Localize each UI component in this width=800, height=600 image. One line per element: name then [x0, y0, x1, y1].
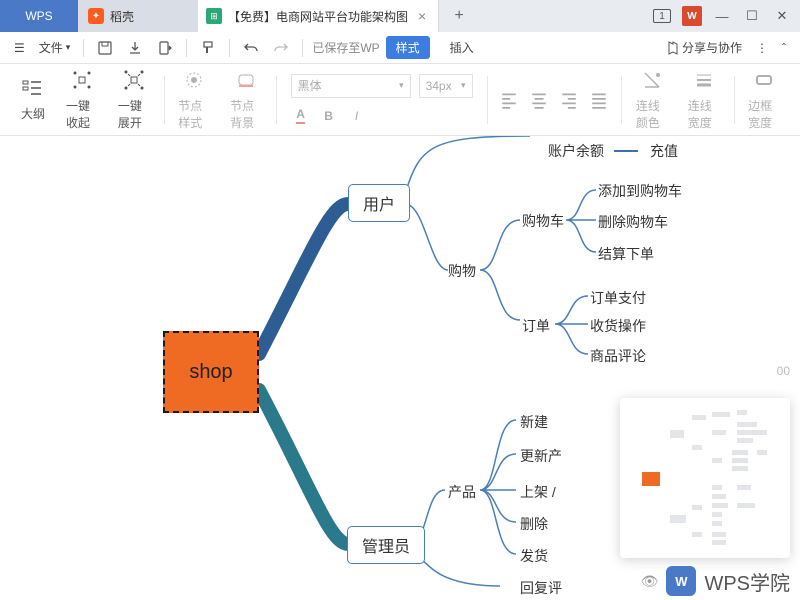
- mindmap-canvas[interactable]: shop 用户 管理员 账户余额 充值 购物 购物车 添加到购物车 删除购物车 …: [0, 136, 800, 600]
- leaf-cart-add[interactable]: 添加到购物车: [598, 181, 682, 201]
- align-center-button[interactable]: [529, 90, 549, 110]
- leaf-delete[interactable]: 删除: [520, 514, 548, 534]
- align-left-button[interactable]: [499, 90, 519, 110]
- node-admin[interactable]: 管理员: [347, 526, 425, 564]
- sub-shopping[interactable]: 购物: [448, 261, 476, 281]
- sub-product[interactable]: 产品: [448, 482, 476, 502]
- sub-cart[interactable]: 购物车: [522, 211, 564, 231]
- leaf-recharge[interactable]: 充值: [650, 141, 678, 161]
- expand-all-button[interactable]: 一键展开: [108, 69, 160, 131]
- leaf-pay[interactable]: 订单支付: [590, 288, 646, 308]
- minimap[interactable]: [620, 398, 790, 558]
- close-tab-icon[interactable]: ×: [414, 6, 430, 26]
- leaf-cart-del[interactable]: 删除购物车: [598, 212, 668, 232]
- close-window-button[interactable]: ✕: [768, 2, 796, 30]
- maximize-button[interactable]: ☐: [738, 2, 766, 30]
- menu-bar: ☰ 文件▾ 已保存至WP 样式 插入 分享与协作 ⋮ ˆ: [0, 32, 800, 64]
- leaf-ship[interactable]: 发货: [520, 546, 548, 566]
- italic-button[interactable]: I: [347, 106, 367, 126]
- node-bg-button[interactable]: 节点背景: [220, 69, 272, 131]
- tab-wps[interactable]: WPS: [0, 0, 78, 32]
- align-group: [491, 90, 617, 110]
- border-width-button[interactable]: 边框宽度: [738, 69, 790, 131]
- wps-logo-icon[interactable]: W: [678, 2, 706, 30]
- align-right-button[interactable]: [559, 90, 579, 110]
- docer-icon: ✦: [88, 8, 104, 24]
- leaf-balance[interactable]: 账户余额: [548, 141, 604, 161]
- save-button[interactable]: [93, 37, 117, 59]
- align-justify-button[interactable]: [589, 90, 609, 110]
- node-user[interactable]: 用户: [348, 184, 410, 222]
- toolbar: 大纲 一键收起 一键展开 节点样式 节点背景 黑体▾ 34px▾ A B I: [0, 64, 800, 136]
- collapse-ribbon-button[interactable]: ˆ: [778, 38, 790, 58]
- insert-menu[interactable]: 插入: [446, 36, 478, 59]
- leaf-new[interactable]: 新建: [520, 412, 548, 432]
- window-count-badge[interactable]: 1: [648, 2, 676, 30]
- download-button[interactable]: [123, 37, 147, 59]
- leaf-shelf[interactable]: 上架 /: [520, 482, 556, 502]
- outline-button[interactable]: 大纲: [10, 77, 56, 122]
- share-button[interactable]: 分享与协作: [659, 36, 746, 59]
- file-menu[interactable]: 文件▾: [35, 36, 75, 59]
- leaf-review[interactable]: 商品评论: [590, 346, 646, 366]
- minimize-button[interactable]: —: [708, 2, 736, 30]
- format-painter-button[interactable]: [196, 37, 220, 59]
- document-title: 【免费】电商网站平台功能架构图: [228, 8, 408, 25]
- tab-document[interactable]: ⊞ 【免费】电商网站平台功能架构图 ×: [198, 0, 439, 32]
- connector: [614, 150, 638, 152]
- watermark: 👁 W WPS学院: [641, 566, 790, 596]
- font-color-button[interactable]: A: [291, 106, 311, 126]
- font-size-select[interactable]: 34px▾: [419, 74, 473, 98]
- leaf-checkout[interactable]: 结算下单: [598, 244, 654, 264]
- leaf-update[interactable]: 更新产: [520, 446, 562, 466]
- node-root[interactable]: shop: [163, 331, 259, 413]
- node-style-button[interactable]: 节点样式: [168, 69, 220, 131]
- redo-button[interactable]: [269, 37, 293, 59]
- watermark-text: WPS学院: [704, 567, 790, 596]
- line-color-button[interactable]: 连线颜色: [626, 69, 678, 131]
- save-status: 已保存至WP: [312, 39, 379, 56]
- line-width-button[interactable]: 连线宽度: [678, 69, 730, 131]
- bold-button[interactable]: B: [319, 106, 339, 126]
- font-controls: 黑体▾ 34px▾ A B I: [281, 74, 483, 126]
- leaf-receive[interactable]: 收货操作: [590, 316, 646, 336]
- sub-order[interactable]: 订单: [522, 316, 550, 336]
- more-menu[interactable]: ⋮: [752, 38, 772, 58]
- mindmap-file-icon: ⊞: [206, 8, 222, 24]
- font-family-select[interactable]: 黑体▾: [291, 74, 411, 98]
- eye-icon: 👁: [641, 573, 659, 590]
- window-controls: 1 W — ☐ ✕: [648, 0, 800, 32]
- zoom-indicator: 00: [777, 364, 790, 378]
- tab-docer-label: 稻壳: [110, 8, 134, 25]
- style-button[interactable]: 样式: [386, 36, 430, 59]
- export-button[interactable]: [153, 37, 177, 59]
- wps-logo-icon: W: [666, 566, 696, 596]
- hamburger-icon[interactable]: ☰: [10, 38, 29, 58]
- collapse-all-button[interactable]: 一键收起: [56, 69, 108, 131]
- title-bar: WPS ✦ 稻壳 ⊞ 【免费】电商网站平台功能架构图 × + 1 W — ☐ ✕: [0, 0, 800, 32]
- add-tab-button[interactable]: +: [439, 0, 479, 32]
- leaf-reply[interactable]: 回复评: [520, 578, 562, 598]
- tab-docer[interactable]: ✦ 稻壳: [78, 0, 198, 32]
- undo-button[interactable]: [239, 37, 263, 59]
